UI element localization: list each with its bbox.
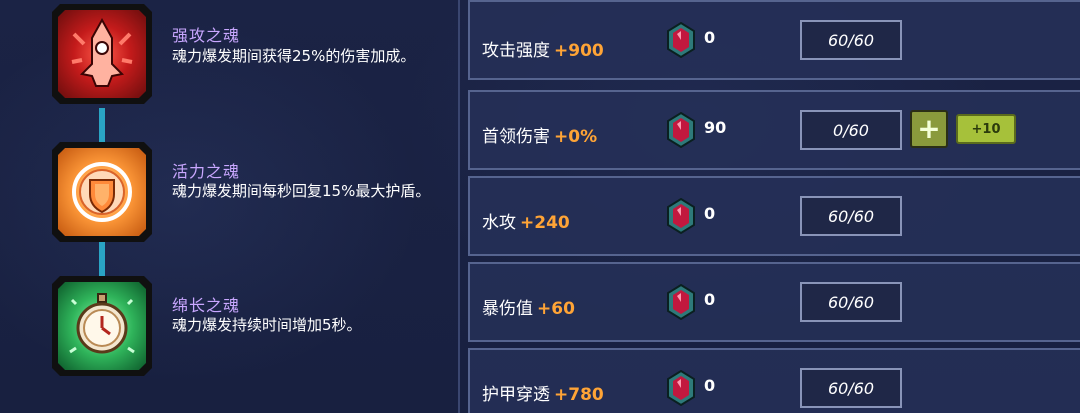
stat-row: 护甲穿透 +780 0 60/60 xyxy=(468,348,1080,413)
soul-gem-icon xyxy=(667,198,695,234)
stat-row: 水攻 +240 0 60/60 xyxy=(468,176,1080,256)
stat-bonus: +240 xyxy=(520,213,570,233)
upgrade-button[interactable]: + xyxy=(910,110,948,148)
stat-bonus: +60 xyxy=(537,299,575,319)
rocket-icon xyxy=(71,17,133,87)
stat-bonus: +0% xyxy=(554,127,598,147)
stat-label: 首领伤害 xyxy=(482,127,550,147)
shield-icon xyxy=(72,162,132,222)
shield-soul-icon[interactable] xyxy=(52,142,152,242)
soul-description: 魂力爆发期间每秒回复15%最大护盾。 xyxy=(172,182,431,200)
plus-icon: + xyxy=(917,112,941,145)
soul-gem-icon xyxy=(667,112,695,148)
panel-divider xyxy=(458,0,460,413)
timer-soul-icon[interactable] xyxy=(52,276,152,376)
stat-label: 护甲穿透 xyxy=(482,385,550,405)
gem-count: 0 xyxy=(704,290,716,309)
gem-count: 0 xyxy=(704,28,716,47)
level-progress: 60/60 xyxy=(800,196,902,236)
stat-label: 暴伤值 xyxy=(482,299,533,319)
attack-soul-icon[interactable] xyxy=(52,4,152,104)
soul-gem-icon xyxy=(667,370,695,406)
soul-list: 强攻之魂 魂力爆发期间获得25%的伤害加成。 活力之魂 魂力爆发期间每秒回复15… xyxy=(0,0,458,413)
gem-count: 90 xyxy=(704,118,727,137)
soul-description: 魂力爆发持续时间增加5秒。 xyxy=(172,316,362,334)
soul-name: 强攻之魂 xyxy=(172,26,241,45)
gem-count: 0 xyxy=(704,204,716,223)
soul-description: 魂力爆发期间获得25%的伤害加成。 xyxy=(172,47,416,65)
gem-count: 0 xyxy=(704,376,716,395)
stat-bonus: +900 xyxy=(554,41,604,61)
level-progress: 60/60 xyxy=(800,282,902,322)
stopwatch-icon xyxy=(69,293,135,354)
level-progress: 60/60 xyxy=(800,368,902,408)
stat-row: 暴伤值 +60 0 60/60 xyxy=(468,262,1080,342)
soul-name: 活力之魂 xyxy=(172,162,241,181)
stat-label: 水攻 xyxy=(482,213,516,233)
stat-bonus: +780 xyxy=(554,385,604,405)
soul-name: 绵长之魂 xyxy=(172,296,241,315)
level-progress: 0/60 xyxy=(800,110,902,150)
stat-label: 攻击强度 xyxy=(482,41,550,61)
soul-connector xyxy=(99,240,105,276)
stat-row: 首领伤害 +0% 90 0/60 + +10 xyxy=(468,90,1080,170)
upgrade-ten-button[interactable]: +10 xyxy=(956,114,1016,144)
stat-row: 攻击强度 +900 0 60/60 xyxy=(468,0,1080,80)
soul-connector xyxy=(99,108,105,144)
level-progress: 60/60 xyxy=(800,20,902,60)
soul-gem-icon xyxy=(667,284,695,320)
soul-gem-icon xyxy=(667,22,695,58)
